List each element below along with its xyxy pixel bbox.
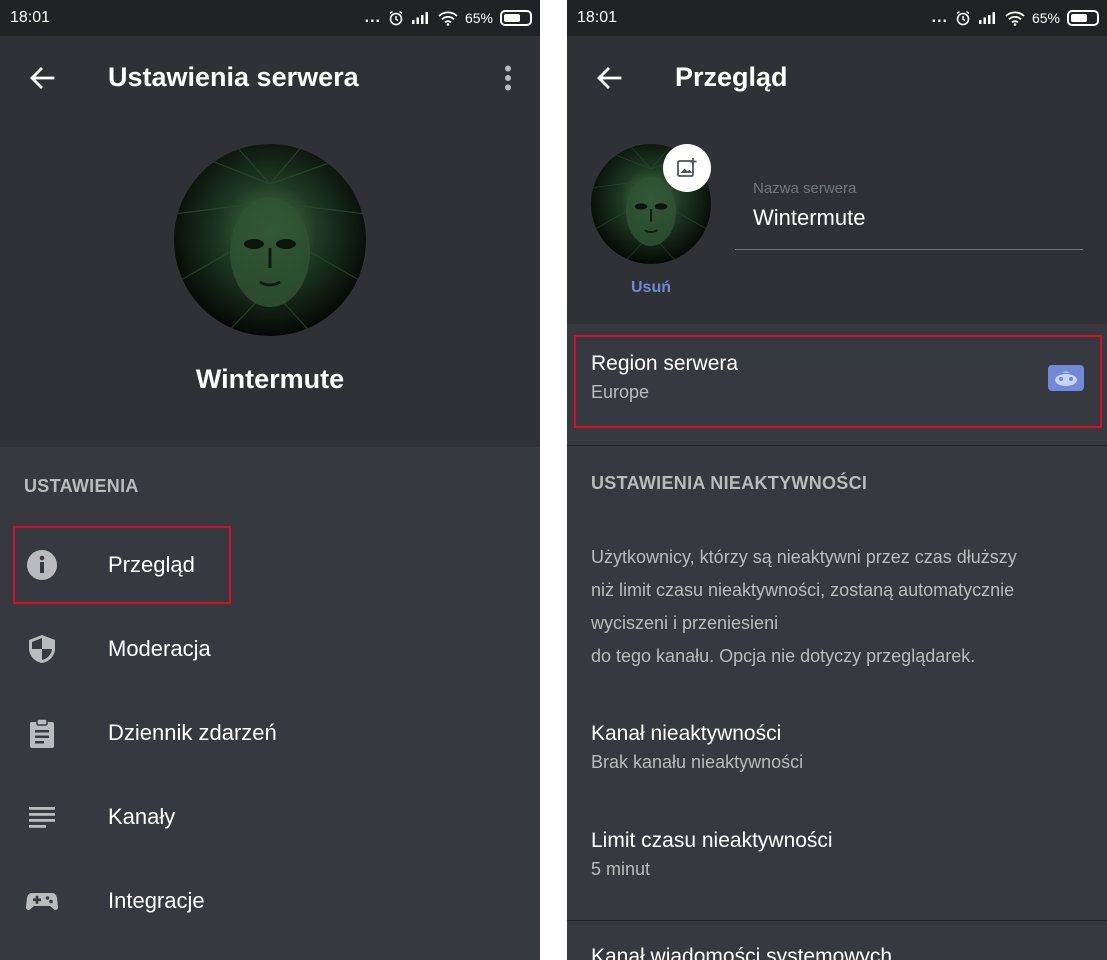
app-bar: Ustawienia serwera: [0, 36, 540, 120]
server-region-value: Europe: [591, 382, 650, 402]
description-line: Użytkownicy, którzy są nieaktywni przez …: [591, 547, 1017, 567]
wifi-icon: [1005, 11, 1025, 26]
server-region-title: Region serwera: [591, 352, 739, 375]
remove-icon-link[interactable]: Usuń: [591, 279, 711, 297]
info-icon: [27, 550, 57, 580]
page-title: Ustawienia serwera: [108, 62, 359, 92]
menu-item-audit-log[interactable]: Dziennik zdarzeń: [0, 691, 540, 775]
inactivity-timeout-value: 5 minut: [591, 859, 651, 879]
server-settings-screen: 18:01 ... 65% Ustawienia serwera Winterm…: [0, 0, 540, 960]
system-messages-channel-title: Kanał wiadomości systemowych: [591, 945, 893, 960]
status-time: 18:01: [10, 9, 51, 26]
server-header: Wintermute: [0, 120, 540, 447]
settings-section-label: USTAWIENIA: [24, 476, 139, 496]
system-messages-channel-row[interactable]: Kanał wiadomości systemowych: [591, 945, 1081, 960]
status-time: 18:01: [577, 9, 618, 26]
description-line: do tego kanału. Opcja nie dotyczy przegl…: [591, 646, 976, 666]
section-divider: [567, 445, 1107, 446]
menu-item-label: Moderacja: [108, 636, 211, 661]
battery-fill: [504, 14, 520, 22]
overview-screen: 18:01 ... 65% Przegląd Usuń Nazwa serwer…: [567, 0, 1107, 960]
menu-item-moderation[interactable]: Moderacja: [0, 607, 540, 691]
description-line: niż limit czasu nieaktywności, zostaną a…: [591, 580, 1015, 600]
notification-dots: ...: [931, 9, 948, 26]
clipboard-icon: [30, 718, 54, 748]
back-button[interactable]: [24, 60, 60, 96]
status-icons: ... 65%: [932, 8, 1099, 28]
server-name-field[interactable]: Wintermute: [753, 205, 865, 231]
notification-dots: ...: [364, 9, 381, 26]
status-icons: ... 65%: [365, 8, 532, 28]
inactivity-channel-row[interactable]: Kanał nieaktywności Brak kanału nieaktyw…: [591, 722, 1081, 773]
shield-icon: [29, 635, 55, 663]
arrow-left-icon: [597, 67, 622, 89]
section-divider: [567, 920, 1107, 921]
list-icon: [29, 807, 55, 828]
inactivity-timeout-row[interactable]: Limit czasu nieaktywności 5 minut: [591, 829, 1081, 880]
region-flag-graphic: [1055, 371, 1077, 386]
server-name-underline: [735, 249, 1083, 250]
back-button[interactable]: [591, 60, 627, 96]
battery-percent: 65%: [1031, 10, 1060, 26]
server-name: Wintermute: [195, 364, 345, 394]
server-region-row[interactable]: Region serwera Europe: [591, 352, 1081, 403]
server-avatar[interactable]: [174, 144, 366, 336]
status-bar: 18:01 ... 65%: [567, 0, 1107, 36]
gamepad-icon: [26, 893, 58, 911]
battery-icon: [500, 10, 532, 26]
inactivity-channel-value: Brak kanału nieaktywności: [591, 752, 804, 772]
signal-icon: [411, 12, 428, 24]
server-identity-panel: Usuń Nazwa serwera Wintermute: [567, 120, 1107, 324]
inactivity-timeout-title: Limit czasu nieaktywności: [591, 829, 833, 852]
more-vertical-icon: [505, 65, 511, 91]
signal-icon: [978, 12, 995, 24]
region-flag-icon: [1048, 365, 1084, 391]
battery-fill: [1071, 14, 1087, 22]
menu-item-channels[interactable]: Kanały: [0, 775, 540, 859]
server-name-label: Nazwa serwera: [753, 180, 857, 197]
inactivity-section-label: USTAWIENIA NIEAKTYWNOŚCI: [591, 473, 868, 493]
menu-item-label: Kanały: [108, 804, 176, 829]
status-bar: 18:01 ... 65%: [0, 0, 540, 36]
alarm-icon: [956, 10, 970, 26]
inactivity-channel-title: Kanał nieaktywności: [591, 722, 782, 745]
menu-item-label: Integracje: [108, 888, 205, 913]
alarm-icon: [389, 10, 403, 26]
page-title: Przegląd: [675, 62, 788, 92]
menu-item-label: Przegląd: [108, 552, 195, 577]
arrow-left-icon: [30, 67, 55, 89]
more-options-button[interactable]: [496, 62, 520, 94]
menu-item-overview[interactable]: Przegląd: [0, 523, 540, 607]
add-image-icon: [677, 158, 697, 177]
upload-icon-button[interactable]: [663, 144, 711, 192]
menu-item-label: Dziennik zdarzeń: [108, 720, 277, 745]
menu-item-integrations[interactable]: Integracje: [0, 859, 540, 943]
server-avatar-image: [174, 144, 366, 336]
wifi-icon: [438, 11, 458, 26]
description-line: wyciszeni i przeniesieni: [591, 613, 779, 633]
inactivity-description: Użytkownicy, którzy są nieaktywni przez …: [591, 541, 1091, 673]
battery-icon: [1067, 10, 1099, 26]
app-bar: Przegląd: [567, 36, 1107, 120]
battery-percent: 65%: [464, 10, 493, 26]
